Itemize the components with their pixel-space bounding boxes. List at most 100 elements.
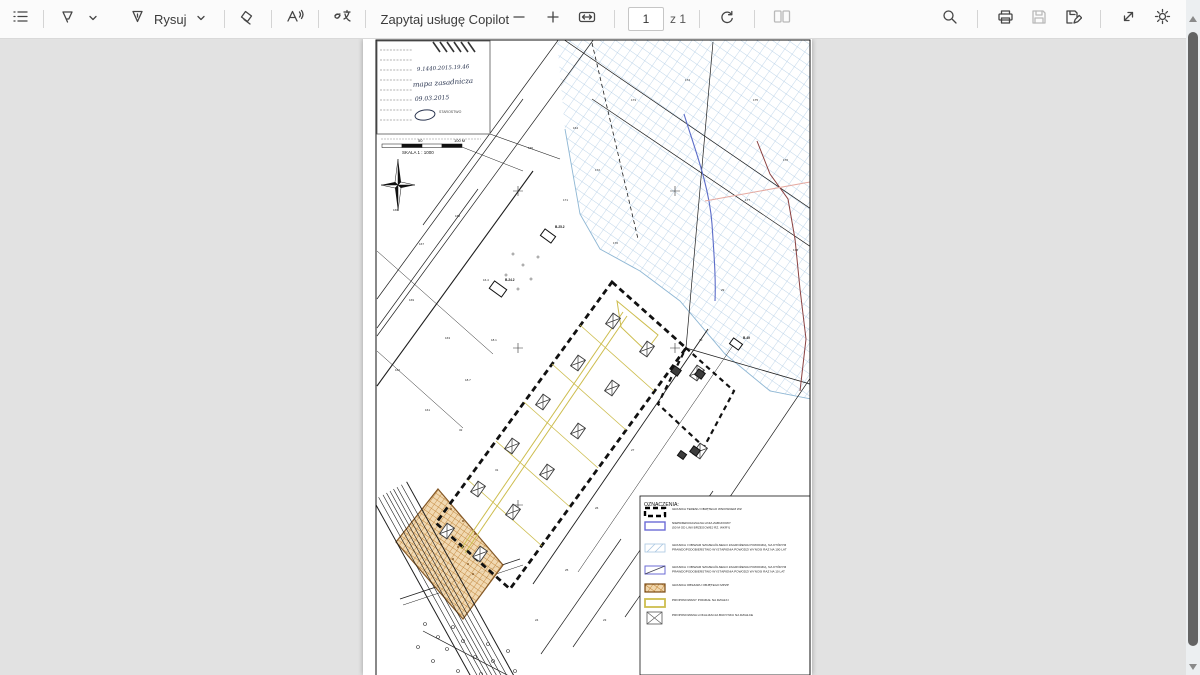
save-icon: [1031, 9, 1047, 30]
toolbar-divider: [271, 10, 272, 28]
minus-icon: [512, 10, 526, 29]
zoom-in-button[interactable]: [539, 5, 567, 33]
toolbar-divider: [318, 10, 319, 28]
svg-text:B-25.2: B-25.2: [555, 225, 565, 229]
svg-text:174: 174: [685, 78, 690, 82]
svg-text:PRAWDOPODOBIEŃSTWO WYSTĄPIENIA: PRAWDOPODOBIEŃSTWO WYSTĄPIENIA POWODZI W…: [672, 570, 785, 574]
table-of-contents-icon: [12, 8, 29, 30]
vertical-scrollbar[interactable]: [1186, 0, 1200, 675]
highlighter-icon: [59, 8, 76, 30]
print-button[interactable]: [991, 5, 1019, 33]
svg-text:PROPONOWANA LOKALIZACJA BUDYNK: PROPONOWANA LOKALIZACJA BUDYNKU NA DZIAŁ…: [672, 613, 753, 617]
rotate-button[interactable]: [713, 5, 741, 33]
two-page-icon: [773, 9, 791, 29]
svg-text:168: 168: [455, 214, 460, 218]
fit-to-width-button[interactable]: [573, 5, 601, 33]
scrollbar-thumb[interactable]: [1188, 32, 1198, 646]
svg-text:166: 166: [393, 208, 398, 212]
search-button[interactable]: [936, 5, 964, 33]
settings-button[interactable]: [1148, 5, 1176, 33]
chevron-down-icon: [196, 10, 206, 28]
svg-text:170: 170: [613, 241, 618, 245]
svg-text:169: 169: [409, 298, 414, 302]
toolbar-divider: [754, 10, 755, 28]
svg-text:SKALA 1 : 1000: SKALA 1 : 1000: [402, 150, 434, 155]
svg-text:28: 28: [661, 392, 665, 396]
svg-text:161: 161: [425, 408, 430, 412]
print-icon: [997, 9, 1014, 30]
highlighter-button[interactable]: [53, 5, 81, 33]
scroll-up-arrow[interactable]: [1189, 16, 1197, 22]
draw-button[interactable]: [123, 5, 151, 33]
eraser-icon: [239, 8, 256, 30]
chevron-down-icon: [88, 10, 98, 28]
toolbar-divider: [977, 10, 978, 28]
fit-width-icon: [578, 10, 596, 29]
plus-icon: [546, 10, 560, 29]
svg-text:171: 171: [563, 198, 568, 202]
map-legend: OZNACZENIA:GRANICA TERENU OBJĘTEGO WNIOS…: [640, 496, 810, 675]
svg-text:18.1: 18.1: [491, 338, 497, 342]
eraser-button[interactable]: [234, 5, 262, 33]
two-page-view-button[interactable]: [768, 5, 796, 33]
svg-text:PROPONOWANY PODZIAŁ NA DZIAŁKI: PROPONOWANY PODZIAŁ NA DZIAŁKI: [672, 598, 729, 602]
save-button[interactable]: [1025, 5, 1053, 33]
save-as-button[interactable]: [1059, 5, 1087, 33]
read-aloud-icon: [286, 8, 304, 30]
gear-icon: [1154, 8, 1171, 30]
svg-text:165: 165: [528, 146, 533, 150]
svg-text:30: 30: [699, 338, 703, 342]
svg-text:172: 172: [595, 168, 600, 172]
svg-text:164: 164: [573, 126, 578, 130]
svg-text:16.4: 16.4: [483, 278, 489, 282]
svg-text:B-24.2: B-24.2: [505, 278, 515, 282]
table-of-contents-button[interactable]: [6, 5, 34, 33]
svg-text:176: 176: [783, 158, 788, 162]
svg-text:178: 178: [793, 248, 798, 252]
draw-pen-icon: [129, 8, 146, 30]
svg-text:B-49: B-49: [743, 336, 750, 340]
survey-stamp: 9.1440.2015.19.46mapa zasadnicza09.03.20…: [377, 41, 490, 139]
toolbar-divider: [614, 10, 615, 28]
svg-text:GRANICA TERENU OBJĘTEGO WNIOSK: GRANICA TERENU OBJĘTEGO WNIOSKIEM WZ: [672, 507, 742, 511]
save-as-icon: [1065, 9, 1082, 30]
toolbar-divider: [699, 10, 700, 28]
toolbar-divider: [43, 10, 44, 28]
search-icon: [942, 9, 958, 30]
svg-text:32: 32: [459, 428, 463, 432]
fullscreen-button[interactable]: [1114, 5, 1142, 33]
svg-text:175: 175: [753, 98, 758, 102]
page-count-label: z 1: [670, 12, 686, 26]
toolbar-divider: [224, 10, 225, 28]
translate-button[interactable]: [328, 5, 356, 33]
svg-text:163: 163: [445, 336, 450, 340]
toolbar-divider: [1100, 10, 1101, 28]
svg-text:(50 M OD LINII BRZEGOWEJ RZ. W: (50 M OD LINII BRZEGOWEJ RZ. WKRY): [672, 526, 730, 530]
survey-map: 16616716816916316216118.718.116.41711721…: [363, 39, 812, 675]
expand-icon: [1121, 9, 1136, 29]
svg-text:173: 173: [631, 98, 636, 102]
svg-text:177: 177: [745, 198, 750, 202]
pdf-page-map[interactable]: 16616716816916316216118.718.116.41711721…: [363, 39, 812, 675]
svg-text:GRANICA I OBSZAR SZCZEGÓLNEGO: GRANICA I OBSZAR SZCZEGÓLNEGO ZAGROŻENIA…: [672, 564, 787, 569]
translate-icon: [332, 8, 351, 30]
page-number-input[interactable]: [628, 7, 664, 31]
svg-text:24: 24: [535, 618, 539, 622]
draw-dropdown[interactable]: [187, 5, 215, 33]
svg-text:STAROSTWO: STAROSTWO: [439, 110, 462, 114]
svg-text:NIEPRZEKRACZALNA LINIA ZABUDOW: NIEPRZEKRACZALNA LINIA ZABUDOWY: [672, 521, 731, 525]
svg-text:PRAWDOPODOBIEŃSTWO WYSTĄPIENIA: PRAWDOPODOBIEŃSTWO WYSTĄPIENIA POWODZI W…: [672, 548, 787, 552]
svg-text:GRANICA I OBSZAR SZCZEGÓLNEGO: GRANICA I OBSZAR SZCZEGÓLNEGO ZAGROŻENIA…: [672, 542, 787, 547]
draw-label: Rysuj: [154, 12, 187, 27]
svg-text:18.7: 18.7: [465, 378, 471, 382]
zoom-out-button[interactable]: [505, 5, 533, 33]
highlighter-dropdown[interactable]: [79, 5, 107, 33]
read-aloud-button[interactable]: [281, 5, 309, 33]
svg-text:25: 25: [565, 568, 569, 572]
ask-copilot-button[interactable]: Zapytaj usługę Copilot: [375, 12, 510, 27]
svg-text:162: 162: [395, 368, 400, 372]
pdf-toolbar: Rysuj Zapytaj usługę Copilot: [0, 0, 1200, 39]
scroll-down-arrow[interactable]: [1189, 664, 1197, 670]
svg-text:29: 29: [721, 288, 725, 292]
rotate-icon: [719, 9, 735, 30]
